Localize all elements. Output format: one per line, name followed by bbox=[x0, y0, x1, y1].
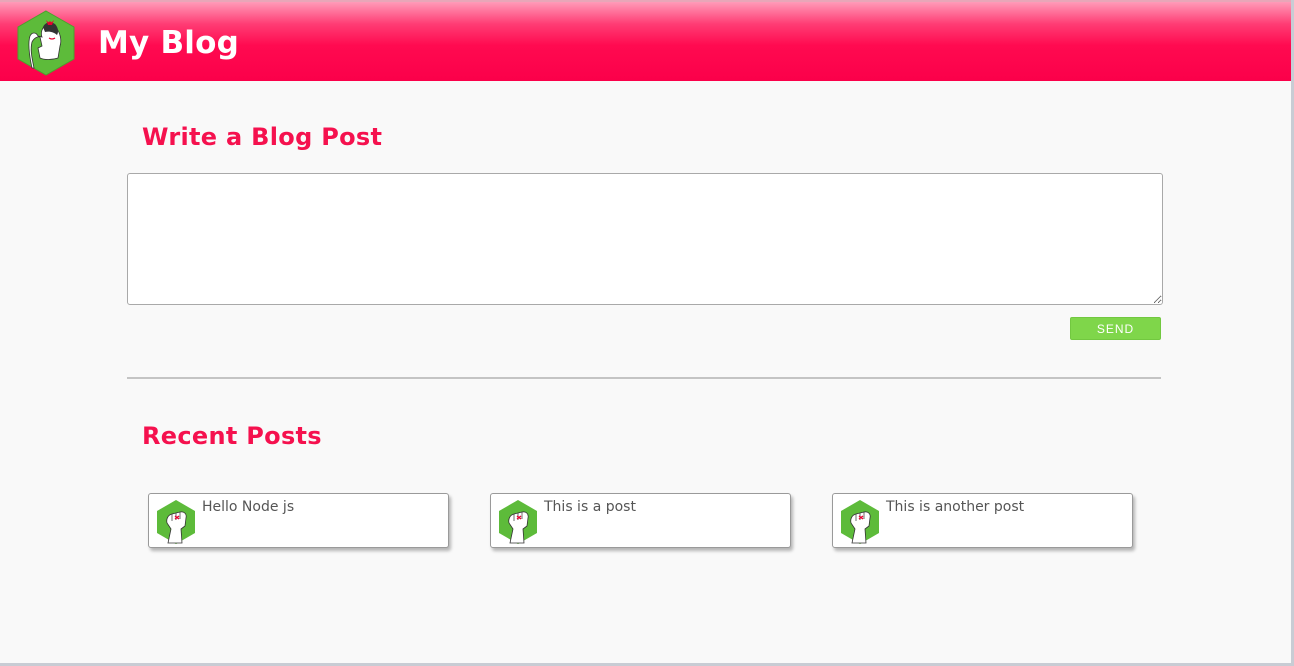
post-text: This is another post bbox=[886, 499, 1025, 515]
site-title: My Blog bbox=[98, 25, 239, 61]
post-card[interactable]: This is another post bbox=[832, 493, 1133, 548]
write-post-heading: Write a Blog Post bbox=[142, 123, 383, 151]
recent-posts-heading: Recent Posts bbox=[142, 422, 322, 450]
pinup-girl-hexagon-icon[interactable] bbox=[16, 10, 76, 76]
site-header: My Blog bbox=[0, 0, 1291, 81]
fist-hexagon-icon bbox=[841, 500, 879, 544]
post-text: This is a post bbox=[544, 499, 636, 515]
fist-hexagon-icon bbox=[157, 500, 195, 544]
fist-hexagon-icon bbox=[499, 500, 537, 544]
post-card[interactable]: This is a post bbox=[490, 493, 791, 548]
send-button[interactable]: SEND bbox=[1070, 317, 1161, 340]
post-card[interactable]: Hello Node js bbox=[148, 493, 449, 548]
post-textarea[interactable] bbox=[127, 173, 1163, 305]
section-divider bbox=[127, 377, 1161, 379]
post-text: Hello Node js bbox=[202, 499, 295, 515]
